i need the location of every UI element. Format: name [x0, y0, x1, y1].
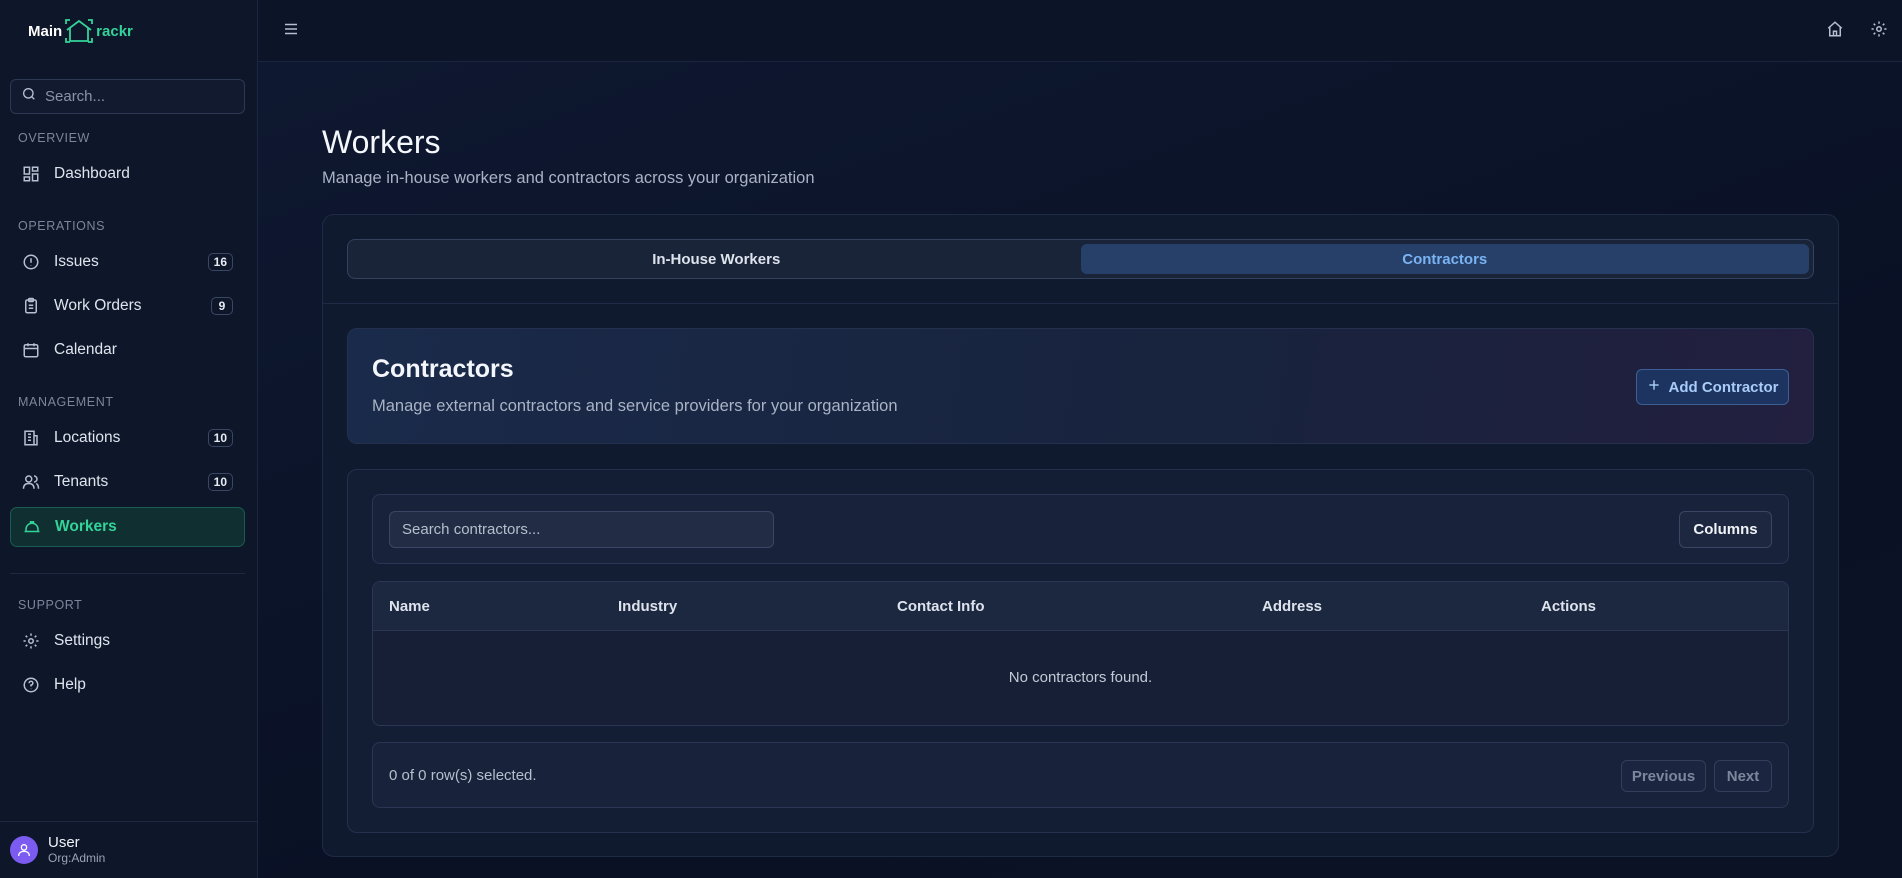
section-label-overview: OVERVIEW [18, 131, 90, 145]
sidebar-item-settings[interactable]: Settings [10, 621, 245, 661]
sidebar-item-label: Workers [55, 518, 117, 535]
hard-hat-icon [23, 518, 41, 536]
gear-icon[interactable] [1870, 20, 1888, 43]
contractors-header: Contractors Manage external contractors … [347, 328, 1814, 444]
work-orders-count-badge: 9 [211, 297, 233, 315]
sidebar-item-label: Locations [54, 429, 121, 446]
table-header-row: Name Industry Contact Info Address Actio… [373, 582, 1788, 631]
app-logo[interactable]: Main rackr [28, 16, 133, 46]
next-page-button[interactable]: Next [1714, 760, 1772, 792]
sidebar-item-workers[interactable]: Workers [10, 507, 245, 547]
sidebar: Main rackr OVERVIEW Dashboard OPERATIONS… [0, 0, 258, 878]
sidebar-item-label: Issues [54, 253, 99, 270]
user-icon [18, 844, 30, 857]
sidebar-item-label: Help [54, 676, 86, 693]
dashboard-icon [22, 165, 40, 183]
add-contractor-button[interactable]: Add Contractor [1636, 369, 1789, 405]
column-header-actions: Actions [1541, 598, 1597, 615]
search-contractors-input[interactable] [389, 511, 774, 548]
top-bar [258, 0, 1902, 62]
table-toolbar: Columns [372, 494, 1789, 564]
alert-circle-icon [22, 253, 40, 271]
sidebar-item-locations[interactable]: Locations 10 [10, 418, 245, 458]
row-selection-status: 0 of 0 row(s) selected. [389, 767, 537, 784]
sidebar-item-label: Settings [54, 632, 111, 649]
sidebar-item-label: Dashboard [54, 165, 130, 182]
user-info: User Org:Admin [48, 834, 105, 866]
tab-in-house-workers[interactable]: In-House Workers [352, 244, 1081, 274]
clipboard-icon [22, 297, 40, 315]
search-icon [21, 86, 37, 107]
empty-table-message: No contractors found. [1008, 669, 1153, 686]
users-icon [22, 473, 40, 491]
section-label-support: SUPPORT [18, 598, 83, 612]
sidebar-item-tenants[interactable]: Tenants 10 [10, 462, 245, 502]
plus-icon [1647, 378, 1661, 396]
user-org: Org:Admin [48, 851, 106, 865]
sidebar-item-calendar[interactable]: Calendar [10, 330, 245, 370]
main-content: Workers Manage in-house workers and cont… [258, 62, 1902, 878]
building-icon [22, 429, 40, 447]
sidebar-item-work-orders[interactable]: Work Orders 9 [10, 286, 245, 326]
locations-count-badge: 10 [207, 429, 233, 447]
workers-card: In-House Workers Contractors Contractors… [322, 214, 1839, 857]
tenants-count-badge: 10 [207, 473, 233, 491]
logo-text-left: Main [28, 22, 63, 40]
columns-button[interactable]: Columns [1679, 511, 1772, 548]
contractors-table: Name Industry Contact Info Address Actio… [372, 581, 1789, 726]
add-contractor-label: Add Contractor [1668, 378, 1779, 396]
logo-text-right: rackr [96, 22, 133, 40]
sidebar-item-label: Tenants [54, 473, 109, 490]
menu-icon[interactable] [282, 20, 300, 43]
page-title: Workers [322, 124, 441, 160]
page-subtitle: Manage in-house workers and contractors … [322, 169, 815, 187]
tabs-divider [323, 303, 1838, 304]
section-label-operations: OPERATIONS [18, 219, 106, 233]
contractors-title: Contractors [372, 355, 514, 383]
calendar-icon [22, 341, 40, 359]
home-icon[interactable] [1826, 20, 1844, 43]
contractors-table-card: Columns Name Industry Contact Info Addre… [347, 469, 1814, 833]
sidebar-item-label: Work Orders [54, 297, 142, 314]
sidebar-search-input[interactable] [45, 88, 225, 105]
column-header-contact[interactable]: Contact Info [897, 598, 985, 615]
sidebar-divider [10, 573, 245, 574]
section-label-management: MANAGEMENT [18, 395, 114, 409]
worker-tabs: In-House Workers Contractors [347, 239, 1814, 279]
avatar [10, 836, 38, 864]
sidebar-item-label: Calendar [54, 341, 117, 358]
sidebar-item-issues[interactable]: Issues 16 [10, 242, 245, 282]
gear-icon [22, 632, 40, 650]
column-header-address[interactable]: Address [1262, 598, 1322, 615]
column-header-name[interactable]: Name [389, 598, 430, 615]
contractors-subtitle: Manage external contractors and service … [372, 397, 898, 415]
table-footer: 0 of 0 row(s) selected. Previous Next [372, 742, 1789, 808]
sidebar-item-help[interactable]: Help [10, 665, 245, 705]
house-logo-icon [64, 18, 94, 44]
help-circle-icon [22, 676, 40, 694]
column-header-industry[interactable]: Industry [618, 598, 677, 615]
sidebar-item-dashboard[interactable]: Dashboard [10, 154, 245, 194]
user-name: User [48, 834, 80, 851]
sidebar-search[interactable] [10, 79, 245, 114]
tab-contractors[interactable]: Contractors [1080, 244, 1809, 274]
previous-page-button[interactable]: Previous [1621, 760, 1706, 792]
user-profile[interactable]: User Org:Admin [0, 821, 258, 878]
issues-count-badge: 16 [207, 253, 233, 271]
